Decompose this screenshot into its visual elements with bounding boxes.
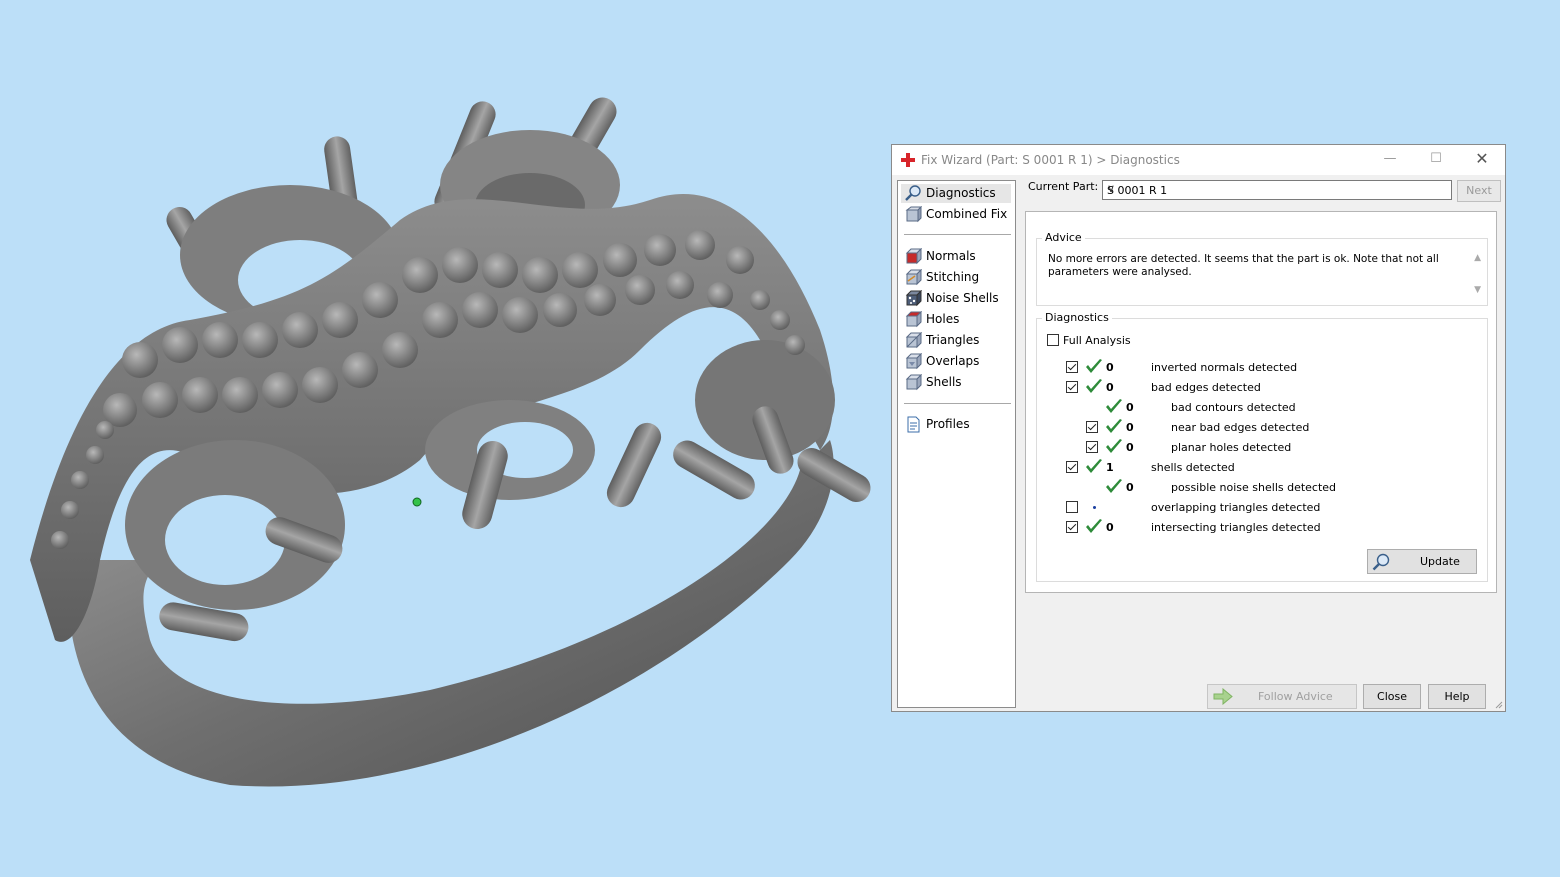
update-button[interactable]: Update bbox=[1367, 549, 1477, 574]
profiles-document-icon bbox=[907, 416, 920, 433]
green-check-icon bbox=[1106, 439, 1122, 453]
green-check-icon bbox=[1106, 399, 1122, 413]
window-title: Fix Wizard (Part: S 0001 R 1) > Diagnost… bbox=[921, 153, 1180, 167]
green-check-icon bbox=[1106, 479, 1122, 493]
advice-title: Advice bbox=[1042, 231, 1085, 244]
green-check-icon bbox=[1086, 379, 1102, 393]
nav-item-combined-fix[interactable]: Combined Fix bbox=[901, 205, 1011, 224]
pivot-marker bbox=[412, 497, 422, 507]
diagnostic-label: shells detected bbox=[1151, 461, 1235, 474]
nav-item-noise-shells[interactable]: Noise Shells bbox=[901, 289, 1011, 308]
diagnostic-count: 1 bbox=[1106, 461, 1114, 474]
overlaps-cube-icon bbox=[905, 353, 922, 370]
nav-item-stitching[interactable]: Stitching bbox=[901, 268, 1011, 287]
nav-separator bbox=[904, 403, 1011, 404]
diagnostics-group: Diagnostics Full Analysis 0 inverted norm… bbox=[1036, 311, 1488, 582]
nav-item-normals[interactable]: Normals bbox=[901, 247, 1011, 266]
nav-item-triangles[interactable]: Triangles bbox=[901, 331, 1011, 350]
diagnostic-checkbox[interactable] bbox=[1086, 441, 1098, 453]
title-bar[interactable]: Fix Wizard (Part: S 0001 R 1) > Diagnost… bbox=[892, 145, 1505, 175]
advice-group: Advice No more errors are detected. It s… bbox=[1036, 231, 1488, 306]
combined-fix-icon bbox=[905, 206, 922, 223]
status-dot-icon bbox=[1093, 506, 1096, 509]
green-check-icon bbox=[1086, 519, 1102, 533]
nav-item-overlaps[interactable]: Overlaps bbox=[901, 352, 1011, 371]
diagnostic-checkbox[interactable] bbox=[1066, 521, 1078, 533]
diagnostic-count: 0 bbox=[1106, 381, 1114, 394]
triangles-cube-icon bbox=[905, 332, 922, 349]
nav-item-holes[interactable]: Holes bbox=[901, 310, 1011, 329]
diagnostics-title: Diagnostics bbox=[1042, 311, 1112, 324]
diagnostic-label: bad edges detected bbox=[1151, 381, 1261, 394]
stitching-cube-icon bbox=[905, 269, 922, 286]
diagnostic-label: intersecting triangles detected bbox=[1151, 521, 1321, 534]
nav-item-diagnostics[interactable]: Diagnostics bbox=[901, 184, 1011, 203]
diagnostic-checkbox[interactable] bbox=[1066, 381, 1078, 393]
normals-cube-icon bbox=[905, 248, 922, 265]
diagnostic-label: bad contours detected bbox=[1171, 401, 1296, 414]
diagnostic-row: 0 near bad edges detected bbox=[1037, 419, 1487, 437]
follow-advice-label: Follow Advice bbox=[1258, 690, 1333, 703]
magnifier-icon bbox=[1372, 553, 1390, 571]
diagnostic-label: possible noise shells detected bbox=[1171, 481, 1337, 494]
diagnostic-row: 0 bad edges detected bbox=[1037, 379, 1487, 397]
ring-model[interactable] bbox=[0, 0, 880, 877]
diagnostic-row: overlapping triangles detected bbox=[1037, 499, 1487, 517]
full-analysis-label: Full Analysis bbox=[1063, 334, 1131, 347]
minimize-button[interactable]: — bbox=[1367, 145, 1413, 175]
diagnostic-row: 0 possible noise shells detected bbox=[1037, 479, 1487, 497]
fix-wizard-dialog: Fix Wizard (Part: S 0001 R 1) > Diagnost… bbox=[891, 144, 1506, 712]
current-part-label: Current Part: bbox=[1028, 180, 1099, 193]
diagnostic-checkbox[interactable] bbox=[1066, 501, 1078, 513]
diagnostic-row: 0 intersecting triangles detected bbox=[1037, 519, 1487, 537]
update-label: Update bbox=[1420, 555, 1460, 568]
nav-item-shells[interactable]: Shells bbox=[901, 373, 1011, 392]
nav-item-profiles[interactable]: Profiles bbox=[901, 415, 1011, 434]
green-check-icon bbox=[1086, 359, 1102, 373]
green-check-icon bbox=[1086, 459, 1102, 473]
diagnostic-count: 0 bbox=[1126, 401, 1134, 414]
close-window-button[interactable]: ✕ bbox=[1459, 145, 1505, 175]
full-analysis-row: Full Analysis bbox=[1037, 332, 1487, 350]
close-button[interactable]: Close bbox=[1363, 684, 1421, 709]
follow-advice-button[interactable]: Follow Advice bbox=[1207, 684, 1357, 709]
help-button[interactable]: Help bbox=[1428, 684, 1486, 709]
diagnostic-count: 0 bbox=[1106, 521, 1114, 534]
noise-shells-icon bbox=[905, 290, 922, 307]
holes-cube-icon bbox=[905, 311, 922, 328]
diagnostic-row: 1 shells detected bbox=[1037, 459, 1487, 477]
diagnostic-row: 0 planar holes detected bbox=[1037, 439, 1487, 457]
diagnostic-label: planar holes detected bbox=[1171, 441, 1292, 454]
magnifier-icon bbox=[905, 185, 921, 201]
diagnostic-count: 0 bbox=[1126, 441, 1134, 454]
diagnostic-label: inverted normals detected bbox=[1151, 361, 1298, 374]
diagnostic-count: 0 bbox=[1126, 421, 1134, 434]
diagnostic-checkbox[interactable] bbox=[1086, 421, 1098, 433]
diagnostic-checkbox[interactable] bbox=[1066, 461, 1078, 473]
green-check-icon bbox=[1106, 419, 1122, 433]
shells-cube-icon bbox=[905, 374, 922, 391]
diagnostic-count: 0 bbox=[1106, 361, 1114, 374]
nav-separator bbox=[904, 234, 1011, 235]
red-cross-icon bbox=[901, 153, 915, 167]
maximize-button[interactable]: ☐ bbox=[1413, 145, 1459, 175]
chevron-down-icon: ∨ bbox=[1107, 182, 1116, 195]
scroll-down-icon[interactable]: ▼ bbox=[1474, 285, 1481, 295]
diagnostic-row: 0 bad contours detected bbox=[1037, 399, 1487, 417]
scroll-up-icon[interactable]: ▲ bbox=[1474, 253, 1481, 263]
diagnostic-label: near bad edges detected bbox=[1171, 421, 1310, 434]
current-part-dropdown[interactable]: S 0001 R 1 ∨ bbox=[1102, 180, 1452, 200]
advice-text: No more errors are detected. It seems th… bbox=[1048, 253, 1439, 278]
diagnostic-count: 0 bbox=[1126, 481, 1134, 494]
3d-viewport[interactable] bbox=[0, 0, 880, 877]
diagnostic-label: overlapping triangles detected bbox=[1151, 501, 1321, 514]
arrow-right-icon bbox=[1213, 688, 1233, 705]
full-analysis-checkbox[interactable] bbox=[1047, 334, 1059, 346]
wizard-nav: Diagnostics Combined Fix Normals Stitchi… bbox=[897, 180, 1016, 708]
diagnostic-checkbox[interactable] bbox=[1066, 361, 1078, 373]
diagnostic-row: 0 inverted normals detected bbox=[1037, 359, 1487, 377]
next-button[interactable]: Next bbox=[1457, 180, 1501, 202]
resize-grip-icon[interactable] bbox=[1493, 699, 1503, 709]
diagnostics-panel: Advice No more errors are detected. It s… bbox=[1025, 211, 1497, 593]
